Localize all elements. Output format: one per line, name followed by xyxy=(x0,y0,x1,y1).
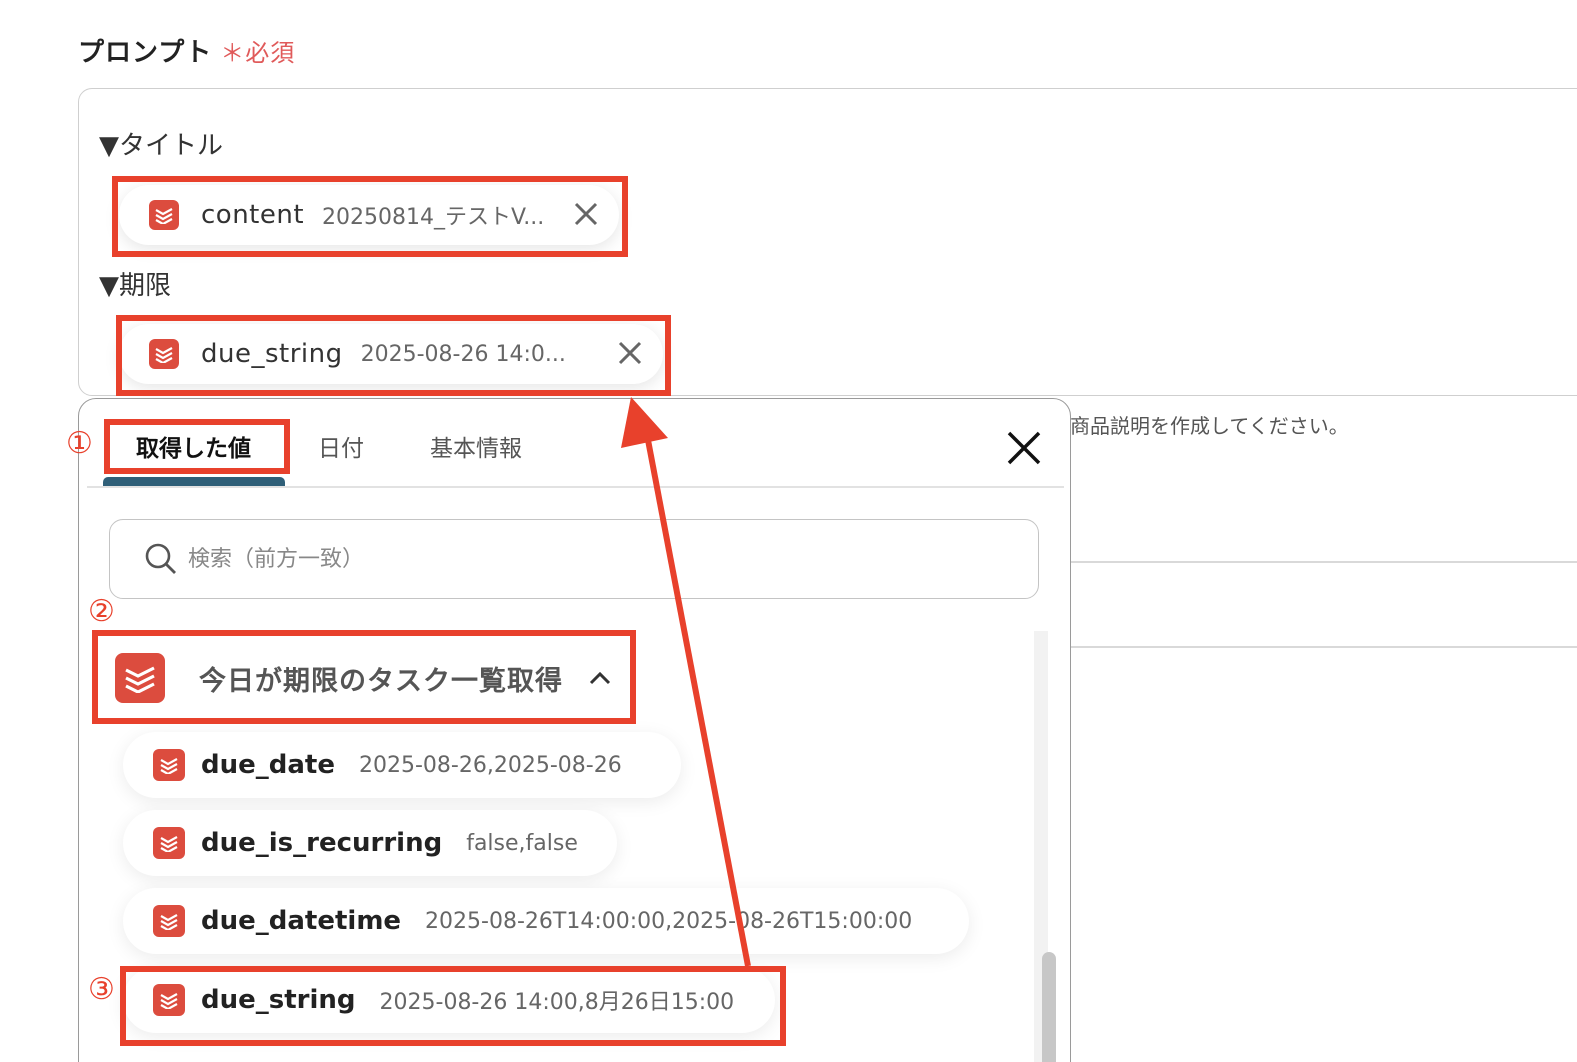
section-title-title: ▼タイトル xyxy=(99,131,223,161)
item-key: due_date xyxy=(201,750,335,780)
tab-date[interactable]: 日付 xyxy=(318,429,364,463)
item-value: false,false xyxy=(466,830,578,856)
tab-divider xyxy=(87,486,1064,488)
search-input[interactable] xyxy=(188,546,988,572)
item-key: due_datetime xyxy=(201,906,402,936)
list-item-due-datetime[interactable]: due_datetime 2025-08-26T14:00:00,2025-08… xyxy=(123,888,969,954)
item-value: 2025-08-26,2025-08-26 xyxy=(358,752,622,778)
list-item-due-date[interactable]: due_date 2025-08-26,2025-08-26 xyxy=(123,732,681,798)
required-text: 必須 xyxy=(245,39,296,67)
todoist-icon xyxy=(153,749,185,781)
variable-picker-popover: 取得した値 日付 基本情報 今日が期限のタスク一覧取得 due_date 202… xyxy=(78,398,1071,1062)
highlight-due-string-token xyxy=(116,315,671,396)
prompt-field-label: プロンプト ＊必須 xyxy=(78,32,295,69)
description-hint: 商品説明を作成してください。 xyxy=(1070,414,1349,438)
highlight-acquired-tab xyxy=(104,419,290,474)
highlight-due-string-item xyxy=(120,966,786,1046)
search-field[interactable] xyxy=(109,519,1039,599)
todoist-icon xyxy=(153,905,185,937)
todoist-icon xyxy=(153,827,185,859)
search-icon xyxy=(145,543,176,574)
prompt-label-text: プロンプト xyxy=(78,38,213,68)
step-3-marker: ③ xyxy=(88,972,115,1007)
step-1-marker: ① xyxy=(66,426,93,461)
field-divider xyxy=(1070,561,1577,563)
scrollbar-thumb[interactable] xyxy=(1042,952,1056,1062)
section-title-due: ▼期限 xyxy=(99,271,171,301)
item-value: 2025-08-26T14:00:00,2025-08-26T15:00:00 xyxy=(425,908,913,934)
list-item-due-is-recurring[interactable]: due_is_recurring false,false xyxy=(123,810,617,876)
required-indicator: ＊必須 xyxy=(220,39,295,67)
close-icon[interactable] xyxy=(1005,429,1043,467)
highlight-group-header xyxy=(92,630,636,724)
step-2-marker: ② xyxy=(88,594,115,629)
field-divider xyxy=(1070,646,1577,648)
item-key: due_is_recurring xyxy=(201,828,443,858)
required-mark: ＊ xyxy=(220,39,246,67)
tab-basic-info[interactable]: 基本情報 xyxy=(430,429,522,463)
highlight-content-token xyxy=(112,176,628,257)
